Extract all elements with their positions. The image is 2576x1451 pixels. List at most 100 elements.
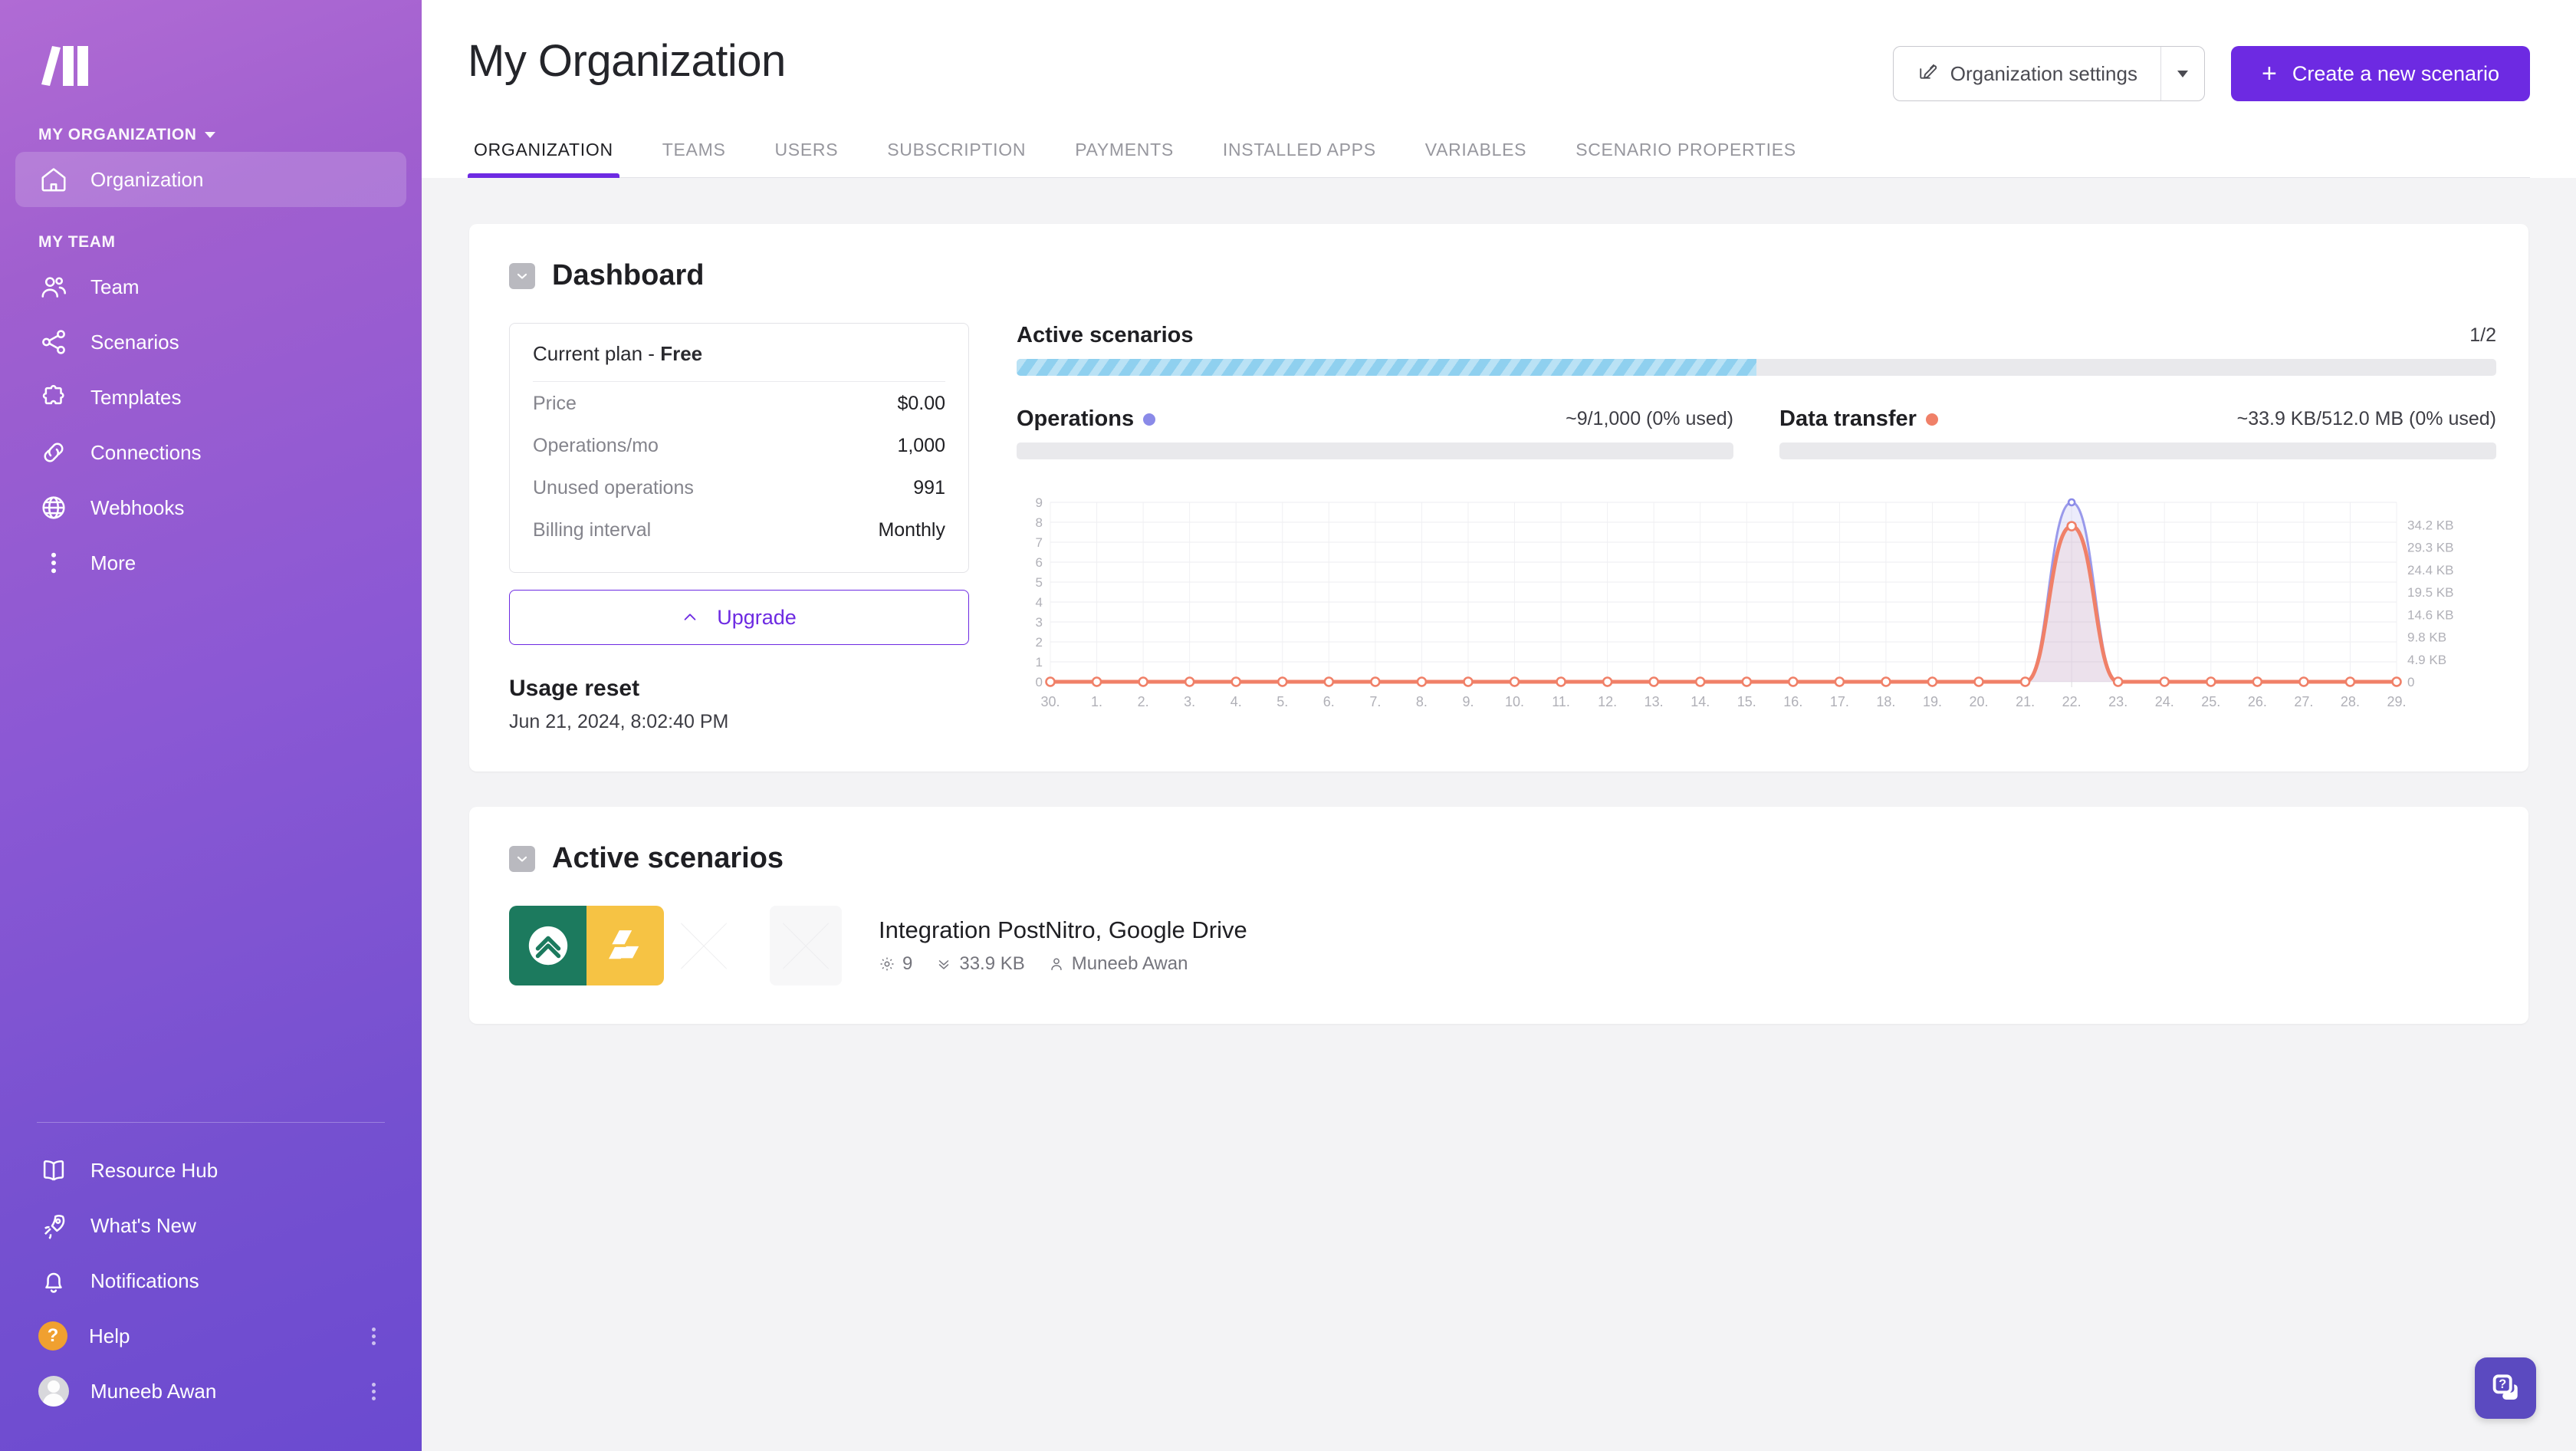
- collapse-toggle-active-scenarios[interactable]: [509, 846, 535, 872]
- svg-text:28.: 28.: [2341, 694, 2360, 709]
- sidebar-item-label: Team: [90, 275, 140, 299]
- plan-row: Operations/mo 1,000: [533, 424, 945, 466]
- sidebar-item-organization[interactable]: Organization: [15, 152, 406, 207]
- tab-teams[interactable]: TEAMS: [656, 135, 732, 177]
- operations-progress-bar: [1017, 443, 1733, 459]
- svg-text:3: 3: [1036, 615, 1043, 630]
- sidebar-item-label: Resource Hub: [90, 1159, 218, 1183]
- sidebar-item-help[interactable]: ? Help: [15, 1308, 406, 1364]
- metrics-column: Active scenarios 1/2 Ope: [1017, 323, 2496, 733]
- pencil-edit-icon: [1917, 61, 1938, 87]
- svg-text:27.: 27.: [2294, 694, 2313, 709]
- svg-text:12.: 12.: [1598, 694, 1617, 709]
- users-icon: [38, 271, 69, 302]
- svg-text:?: ?: [2499, 1377, 2506, 1391]
- svg-text:0: 0: [1036, 675, 1043, 689]
- svg-text:16.: 16.: [1783, 694, 1802, 709]
- home-icon: [38, 164, 69, 195]
- svg-text:2.: 2.: [1138, 694, 1149, 709]
- data-transfer-legend-dot: [1926, 413, 1938, 426]
- scenario-connector-placeholder: [664, 906, 744, 985]
- data-transfer-meta: 33.9 KB: [935, 953, 1024, 975]
- operations-metric: Operations ~9/1,000 (0% used): [1017, 406, 1733, 459]
- sidebar-item-more[interactable]: More: [15, 535, 406, 591]
- tab-organization[interactable]: ORGANIZATION: [468, 135, 619, 177]
- sidebar-org-section-label[interactable]: MY ORGANIZATION: [38, 126, 422, 144]
- plan-row-value: 1,000: [897, 435, 945, 457]
- sidebar-item-user-profile[interactable]: Muneeb Awan: [15, 1364, 406, 1419]
- sidebar: MY ORGANIZATION Organization MY TEAM: [0, 0, 422, 1451]
- tab-scenario-properties[interactable]: SCENARIO PROPERTIES: [1569, 135, 1802, 177]
- tab-subscription[interactable]: SUBSCRIPTION: [881, 135, 1032, 177]
- plan-row-key: Price: [533, 393, 577, 415]
- svg-text:14.6 KB: 14.6 KB: [2407, 607, 2454, 622]
- google-drive-glyph: [603, 923, 648, 968]
- sidebar-item-label: Organization: [90, 168, 203, 192]
- avatar: [38, 1376, 69, 1407]
- metric-name-text: Operations: [1017, 406, 1134, 432]
- metric-value: 1/2: [2469, 324, 2496, 347]
- usage-chart[interactable]: 012345678904.9 KB9.8 KB14.6 KB19.5 KB24.…: [1017, 495, 2496, 717]
- tab-installed-apps[interactable]: INSTALLED APPS: [1217, 135, 1382, 177]
- svg-text:26.: 26.: [2248, 694, 2267, 709]
- sidebar-item-templates[interactable]: Templates: [15, 370, 406, 425]
- sidebar-spacer: [0, 591, 422, 1122]
- plan-row-key: Operations/mo: [533, 435, 659, 457]
- svg-text:0: 0: [2407, 675, 2414, 689]
- scenario-name[interactable]: Integration PostNitro, Google Drive: [879, 916, 1247, 944]
- app-icon-pair: [509, 906, 664, 985]
- tab-payments[interactable]: PAYMENTS: [1069, 135, 1180, 177]
- sidebar-item-connections[interactable]: Connections: [15, 425, 406, 480]
- svg-text:19.: 19.: [1923, 694, 1942, 709]
- plan-row: Price $0.00: [533, 382, 945, 424]
- list-item[interactable]: Integration PostNitro, Google Drive 9: [509, 906, 2489, 985]
- create-new-scenario-button[interactable]: + Create a new scenario: [2231, 46, 2530, 101]
- share-nodes-icon: [38, 327, 69, 357]
- profile-kebab-icon[interactable]: [372, 1383, 376, 1400]
- active-scenarios-card: Active scenarios: [469, 807, 2528, 1024]
- bell-icon: [38, 1265, 69, 1296]
- help-kebab-icon[interactable]: [372, 1328, 376, 1345]
- create-scenario-label: Create a new scenario: [2292, 62, 2499, 86]
- plan-row: Billing interval Monthly: [533, 508, 945, 551]
- sidebar-item-team[interactable]: Team: [15, 259, 406, 314]
- organization-settings-label-wrap[interactable]: Organization settings: [1894, 47, 2160, 100]
- current-plan-prefix: Current plan -: [533, 342, 660, 365]
- data-transfer-progress-bar: [1779, 443, 2496, 459]
- sidebar-item-resource-hub[interactable]: Resource Hub: [15, 1143, 406, 1198]
- svg-text:4.9 KB: 4.9 KB: [2407, 653, 2446, 667]
- main-content: My Organization Organization settings: [422, 0, 2576, 1451]
- sidebar-item-webhooks[interactable]: Webhooks: [15, 480, 406, 535]
- scenario-empty-slot: [770, 906, 842, 985]
- active-scenarios-card-header: Active scenarios: [509, 842, 2489, 875]
- page-title: My Organization: [468, 26, 786, 87]
- top-row: My Organization Organization settings: [468, 0, 2530, 101]
- tab-users[interactable]: USERS: [769, 135, 845, 177]
- dashboard-card-header: Dashboard: [509, 259, 2489, 292]
- sidebar-item-whats-new[interactable]: What's New: [15, 1198, 406, 1253]
- svg-text:6: 6: [1036, 555, 1043, 570]
- double-chevron-down-icon: [935, 956, 952, 972]
- plan-row: Unused operations 991: [533, 466, 945, 508]
- plan-row-value: 991: [913, 477, 945, 499]
- postnitro-glyph: [524, 922, 572, 969]
- sidebar-item-scenarios[interactable]: Scenarios: [15, 314, 406, 370]
- help-chat-button[interactable]: ?: [2475, 1357, 2536, 1419]
- plan-row-value: Monthly: [878, 519, 945, 541]
- sidebar-item-label: Webhooks: [90, 496, 184, 520]
- organization-settings-button[interactable]: Organization settings: [1893, 46, 2205, 101]
- dashboard-card: Dashboard Current plan - Free Price $0.0…: [469, 224, 2528, 772]
- collapse-toggle-dashboard[interactable]: [509, 263, 535, 289]
- owner-meta: Muneeb Awan: [1048, 953, 1188, 975]
- make-logo[interactable]: [37, 41, 98, 89]
- settings-dropdown-toggle[interactable]: [2161, 47, 2204, 100]
- upgrade-button[interactable]: Upgrade: [509, 590, 969, 645]
- svg-text:4: 4: [1036, 595, 1043, 610]
- tab-variables[interactable]: VARIABLES: [1419, 135, 1533, 177]
- metric-name: Active scenarios: [1017, 323, 1194, 348]
- sidebar-item-notifications[interactable]: Notifications: [15, 1253, 406, 1308]
- book-icon: [38, 1155, 69, 1186]
- scenario-app-icons: [509, 906, 842, 985]
- svg-text:11.: 11.: [1552, 694, 1570, 709]
- google-drive-icon: [586, 906, 664, 985]
